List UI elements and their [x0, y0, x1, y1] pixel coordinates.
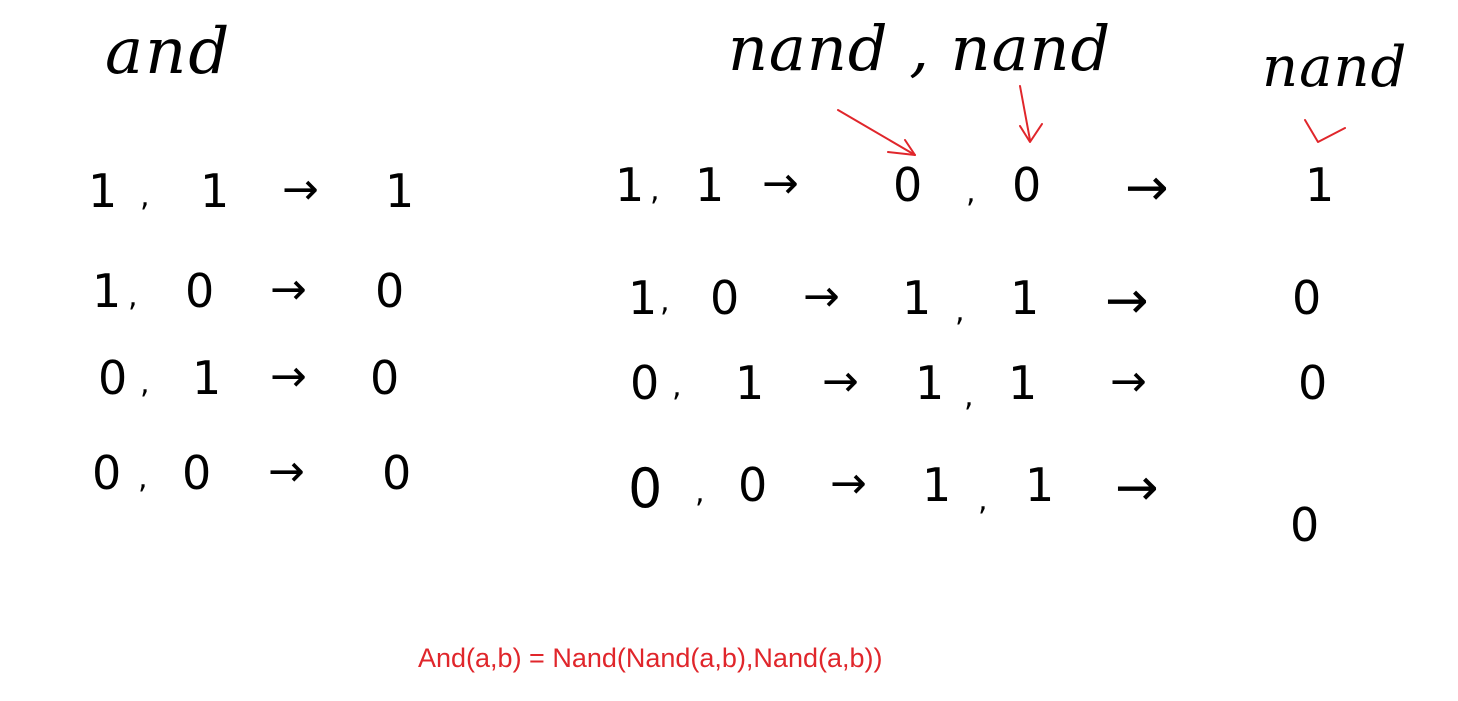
red-arrowhead-3 — [1304, 119, 1346, 143]
formula-text: And(a,b) = Nand(Nand(a,b),Nand(a,b)) — [418, 643, 883, 673]
red-arrow-to-nand-1 — [837, 109, 916, 156]
red-arrowhead-2 — [1019, 123, 1043, 143]
red-arrow-to-nand-2 — [1019, 85, 1031, 141]
annotation-arrows — [837, 85, 1346, 156]
whiteboard-canvas: and nand , nand nand 1 , 1 → 1 1 , 0 → 0… — [0, 0, 1458, 701]
